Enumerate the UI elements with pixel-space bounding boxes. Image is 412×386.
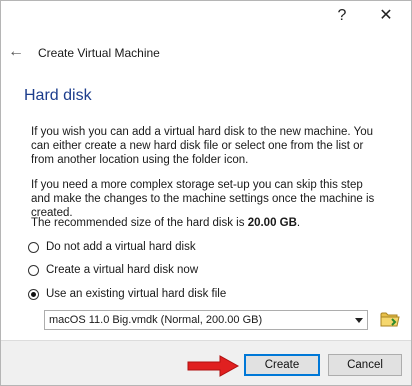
recommended-prefix: The recommended size of the hard disk is bbox=[31, 217, 248, 229]
title-bar: ? ✕ bbox=[0, 0, 410, 34]
recommended-suffix: . bbox=[296, 217, 301, 229]
question-mark-icon[interactable]: ? bbox=[332, 6, 352, 26]
back-arrow-icon[interactable]: ← bbox=[6, 42, 26, 62]
folder-icon[interactable] bbox=[380, 310, 400, 328]
radio-label: Use an existing virtual hard disk file bbox=[46, 288, 227, 300]
radio-button[interactable] bbox=[28, 288, 39, 300]
dialog-title: Create Virtual Machine bbox=[38, 46, 160, 60]
disk-file-value: macOS 11.0 Big.vmdk (Normal, 200.00 GB) bbox=[49, 314, 263, 326]
radio-label: Create a virtual hard disk now bbox=[46, 264, 199, 276]
create-button[interactable]: Create bbox=[244, 354, 320, 376]
chevron-down-icon[interactable] bbox=[351, 311, 367, 329]
close-icon[interactable]: ✕ bbox=[376, 6, 396, 26]
section-title: Hard disk bbox=[24, 87, 92, 104]
radio-existing-disk[interactable]: Use an existing virtual hard disk file bbox=[28, 286, 226, 302]
storage-paragraph: If you need a more complex storage set-u… bbox=[31, 179, 375, 219]
radio-no-disk[interactable]: Do not add a virtual hard disk bbox=[28, 239, 196, 255]
radio-create-disk[interactable]: Create a virtual hard disk now bbox=[28, 262, 198, 278]
radio-label: Do not add a virtual hard disk bbox=[46, 241, 196, 253]
radio-button[interactable] bbox=[28, 264, 39, 276]
radio-button[interactable] bbox=[28, 241, 39, 253]
recommended-size-value: 20.00 GB bbox=[247, 217, 297, 229]
intro-paragraph: If you wish you can add a virtual hard d… bbox=[31, 126, 374, 166]
cancel-button[interactable]: Cancel bbox=[328, 354, 402, 376]
recommended-size-text: The recommended size of the hard disk is… bbox=[31, 216, 383, 230]
red-arrow-icon bbox=[187, 355, 240, 377]
disk-file-select[interactable]: macOS 11.0 Big.vmdk (Normal, 200.00 GB) bbox=[44, 310, 368, 330]
